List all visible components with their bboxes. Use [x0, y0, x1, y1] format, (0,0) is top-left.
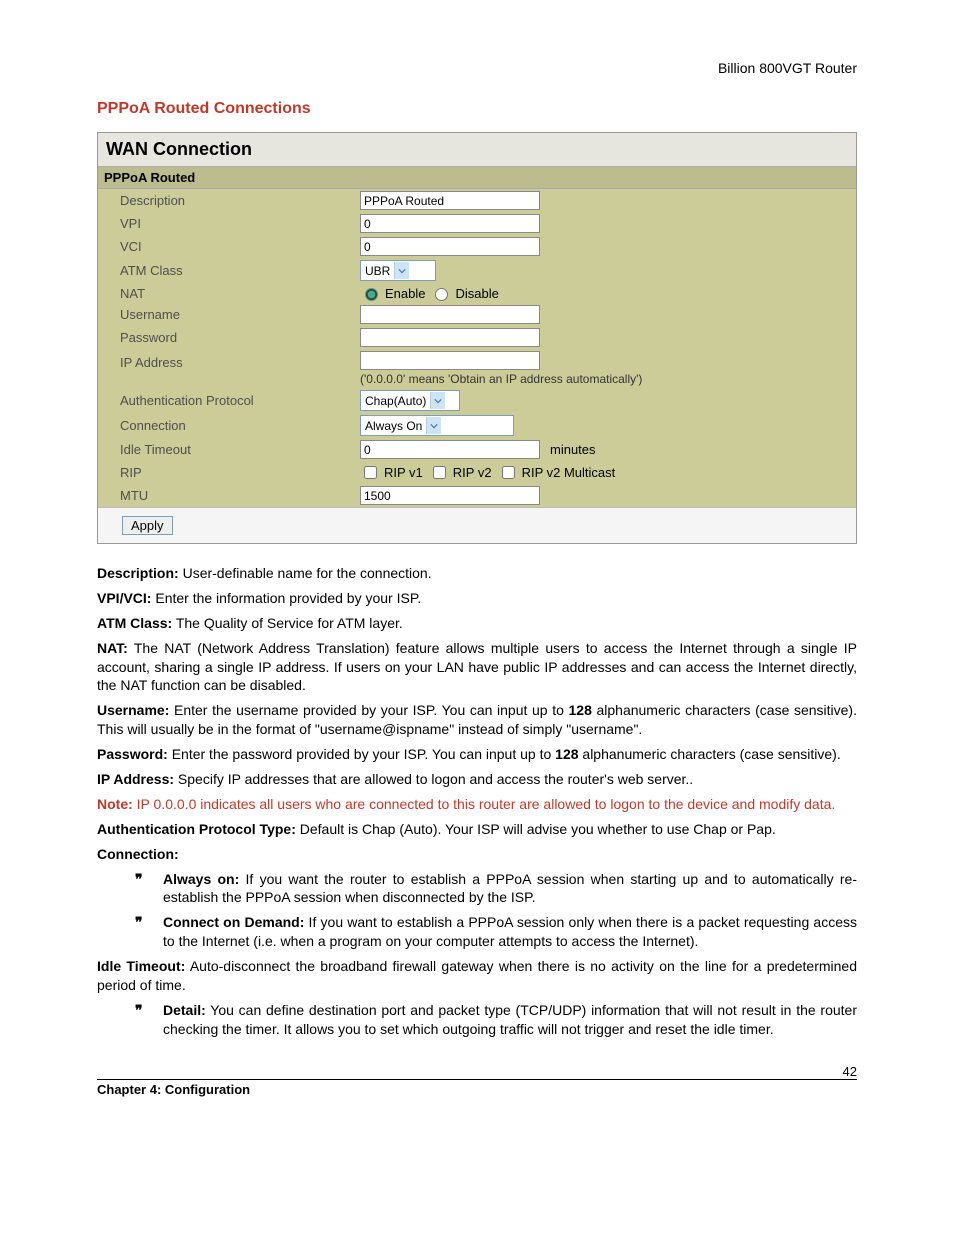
detail-term: Detail: [163, 1002, 206, 1018]
nat-disable-radio[interactable] [435, 288, 448, 301]
atm-text: The Quality of Service for ATM layer. [172, 615, 403, 631]
auth-protocol-select[interactable]: Chap(Auto) [360, 390, 460, 411]
note-text: IP 0.0.0.0 indicates all users who are c… [133, 796, 836, 812]
chevron-down-icon [430, 392, 445, 409]
auth-term: Authentication Protocol Type: [97, 821, 296, 837]
pw-term: Password: [97, 746, 168, 762]
label-ip-address: IP Address [98, 351, 360, 370]
password-input[interactable] [360, 328, 540, 347]
wan-connection-panel: WAN Connection PPPoA Routed Description … [97, 132, 857, 544]
label-vci: VCI [98, 239, 360, 254]
idle-timeout-input[interactable] [360, 440, 540, 459]
label-password: Password [98, 330, 360, 345]
ip-text: Specify IP addresses that are allowed to… [174, 771, 693, 787]
nat-enable-radio[interactable] [365, 288, 378, 301]
user-text1: Enter the username provided by your ISP.… [169, 702, 568, 718]
label-description: Description [98, 193, 360, 208]
panel-title: WAN Connection [98, 133, 856, 166]
detail-text: You can define destination port and pack… [163, 1002, 857, 1037]
idle-term: Idle Timeout: [97, 958, 185, 974]
label-connection: Connection [98, 418, 360, 433]
label-nat: NAT [98, 286, 360, 301]
vpi-input[interactable] [360, 214, 540, 233]
idle-text: Auto-disconnect the broadband firewall g… [97, 958, 857, 993]
username-input[interactable] [360, 305, 540, 324]
document-body: Description: User-definable name for the… [97, 564, 857, 1039]
label-atm-class: ATM Class [98, 263, 360, 278]
footer-chapter: Chapter 4: Configuration [97, 1082, 250, 1097]
always-on-term: Always on: [163, 871, 239, 887]
pw-text1: Enter the password provided by your ISP.… [168, 746, 555, 762]
ip-address-input[interactable] [360, 351, 540, 370]
connection-value: Always On [361, 419, 426, 433]
always-on-text: If you want the router to establish a PP… [163, 871, 857, 906]
rip-v2-label: RIP v2 [453, 465, 492, 480]
vci-input[interactable] [360, 237, 540, 256]
bullet-icon: ❞ [135, 870, 163, 908]
nat-disable-label: Disable [455, 286, 498, 301]
rip-v2m-checkbox[interactable] [502, 466, 515, 479]
ip-address-hint: ('0.0.0.0' means 'Obtain an IP address a… [360, 372, 642, 386]
description-input[interactable] [360, 191, 540, 210]
pw-text2: alphanumeric characters (case sensitive)… [579, 746, 841, 762]
user-n: 128 [569, 702, 592, 718]
cod-term: Connect on Demand: [163, 914, 304, 930]
auth-text: Default is Chap (Auto). Your ISP will ad… [296, 821, 776, 837]
atm-class-select[interactable]: UBR [360, 260, 436, 281]
nat-term: NAT: [97, 640, 128, 656]
chevron-down-icon [426, 417, 441, 434]
panel-subtitle: PPPoA Routed [98, 166, 856, 189]
label-vpi: VPI [98, 216, 360, 231]
apply-button[interactable]: Apply [122, 516, 173, 535]
rip-v2m-label: RIP v2 Multicast [522, 465, 616, 480]
product-header: Billion 800VGT Router [97, 60, 857, 76]
vpivci-text: Enter the information provided by your I… [151, 590, 421, 606]
section-title: PPPoA Routed Connections [97, 100, 857, 118]
vpivci-term: VPI/VCI: [97, 590, 151, 606]
bullet-icon: ❞ [135, 913, 163, 951]
note-term: Note: [97, 796, 133, 812]
auth-protocol-value: Chap(Auto) [361, 394, 430, 408]
label-username: Username [98, 307, 360, 322]
conn-term: Connection: [97, 846, 179, 862]
connection-select[interactable]: Always On [360, 415, 514, 436]
nat-enable-label: Enable [385, 286, 425, 301]
chevron-down-icon [394, 262, 409, 279]
rip-v1-checkbox[interactable] [364, 466, 377, 479]
atm-term: ATM Class: [97, 615, 172, 631]
label-auth-protocol: Authentication Protocol [98, 393, 360, 408]
pw-n: 128 [555, 746, 578, 762]
atm-class-value: UBR [361, 264, 394, 278]
nat-text: The NAT (Network Address Translation) fe… [97, 640, 857, 694]
idle-timeout-suffix: minutes [550, 442, 596, 457]
rip-v1-label: RIP v1 [384, 465, 423, 480]
label-rip: RIP [98, 465, 360, 480]
desc-term: Description: [97, 565, 179, 581]
rip-v2-checkbox[interactable] [433, 466, 446, 479]
bullet-icon: ❞ [135, 1001, 163, 1039]
desc-text: User-definable name for the connection. [179, 565, 432, 581]
label-mtu: MTU [98, 488, 360, 503]
footer-page-number: 42 [843, 1064, 857, 1079]
mtu-input[interactable] [360, 486, 540, 505]
label-idle-timeout: Idle Timeout [98, 442, 360, 457]
user-term: Username: [97, 702, 169, 718]
ip-term: IP Address: [97, 771, 174, 787]
